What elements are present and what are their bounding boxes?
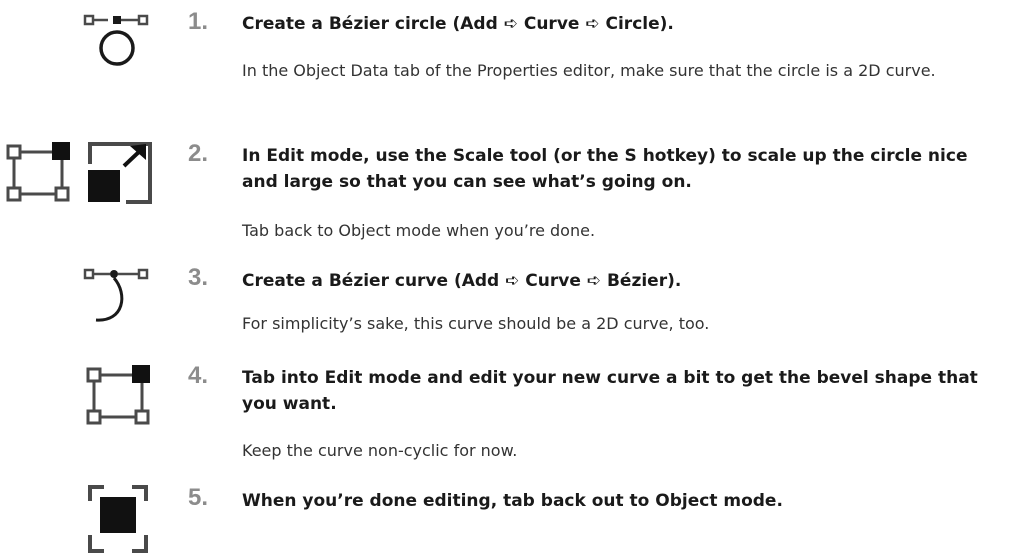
step-body: Keep the curve non-cyclic for now. — [242, 441, 518, 460]
step-body: Tab back to Object mode when you’re done… — [242, 221, 596, 240]
step-body: In the Object Data tab of the Properties… — [242, 61, 936, 80]
step-heading: Create a Bézier circle (Add ➪ Curve ➪ Ci… — [242, 14, 674, 34]
bezier-curve-icon — [83, 264, 154, 334]
step-number: 1. — [188, 8, 209, 35]
edit-mode-icon — [6, 140, 74, 204]
step-heading: Tab into Edit mode and edit your new cur… — [242, 368, 978, 414]
bezier-circle-icon — [83, 12, 154, 72]
scale-tool-icon — [86, 140, 154, 204]
step-body: For simplicity’s sake, this curve should… — [242, 314, 710, 333]
step-number: 4. — [188, 362, 209, 389]
step-number: 2. — [188, 140, 209, 167]
object-mode-icon — [86, 483, 154, 555]
edit-mode-icon — [86, 363, 154, 427]
step-number: 5. — [188, 484, 209, 511]
step-heading: Create a Bézier curve (Add ➪ Curve ➪ Béz… — [242, 271, 682, 291]
step-heading: When you’re done editing, tab back out t… — [242, 491, 783, 511]
step-heading: In Edit mode, use the Scale tool (or the… — [242, 146, 968, 192]
step-number: 3. — [188, 264, 209, 291]
